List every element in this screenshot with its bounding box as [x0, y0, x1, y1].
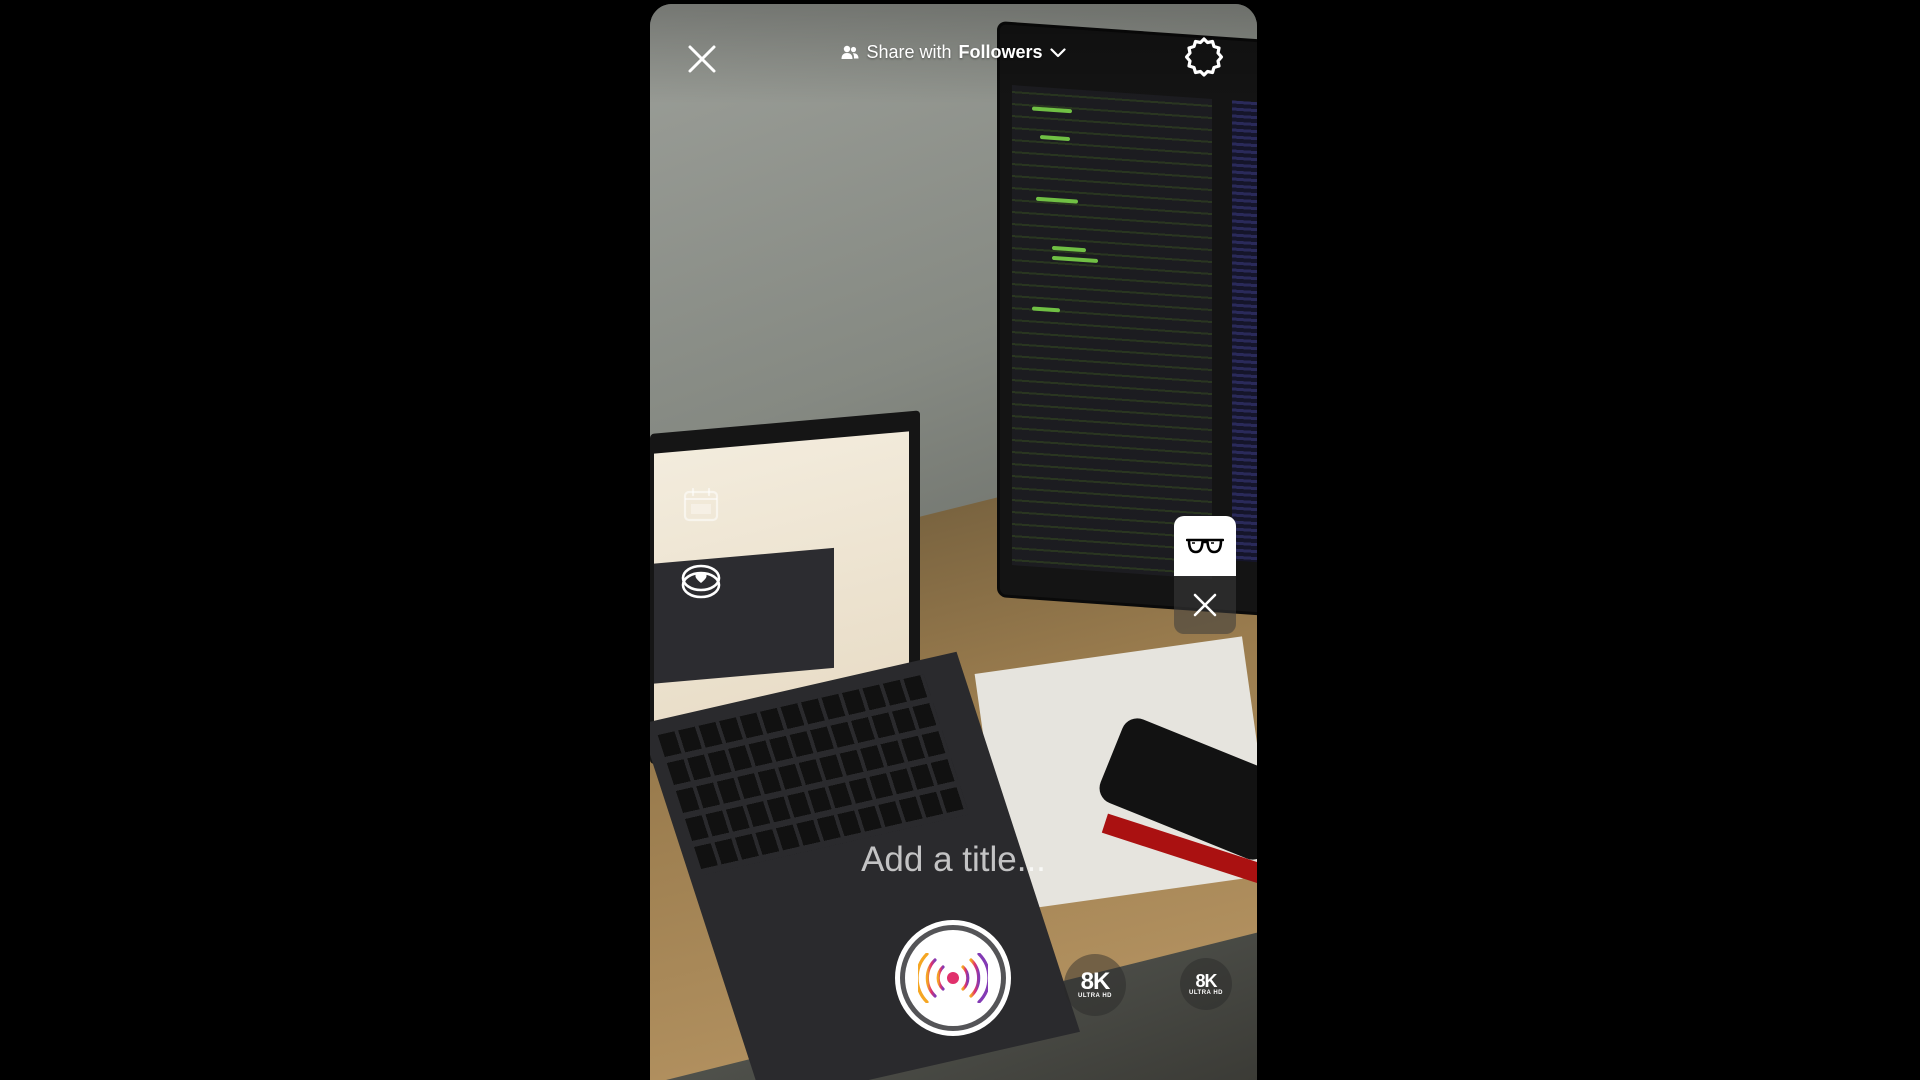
schedule-button[interactable] — [680, 484, 722, 526]
close-icon — [1193, 593, 1217, 617]
heart-coin-icon — [681, 564, 721, 599]
audience-selector: Share with Followers — [650, 42, 1257, 63]
calendar-icon — [683, 487, 719, 522]
title-input[interactable] — [791, 839, 1116, 881]
go-live-button[interactable] — [895, 920, 1011, 1036]
people-icon — [841, 45, 859, 59]
share-audience: Followers — [958, 42, 1043, 62]
effect-8k-button[interactable]: 8K ULTRA HD — [1064, 954, 1126, 1016]
gear-icon — [1184, 37, 1224, 77]
go-live-inner — [905, 930, 1001, 1026]
settings-button[interactable] — [1182, 35, 1226, 79]
effect-8k-secondary-label: 8K — [1195, 971, 1217, 991]
chevron-down-icon — [1049, 47, 1066, 57]
effect-8k-label: 8K — [1080, 968, 1111, 995]
dismiss-filter-button[interactable] — [1174, 576, 1236, 634]
effect-8k-secondary-button[interactable]: 8K ULTRA HD — [1180, 958, 1232, 1010]
broadcast-icon — [918, 953, 988, 1003]
live-camera-screen: Share with Followers Add a title... 8K U… — [650, 4, 1257, 1080]
monitor-sidebar — [1232, 100, 1257, 564]
monitor-code — [1012, 85, 1212, 580]
share-audience-button[interactable]: Share with Followers — [841, 42, 1066, 63]
glasses-icon — [1186, 538, 1224, 554]
effect-8k-sub: ULTRA HD — [1078, 993, 1112, 999]
title-input-wrapper — [650, 839, 1257, 881]
share-prefix: Share with — [866, 42, 952, 62]
camera-preview — [650, 4, 1257, 1080]
fundraiser-button[interactable] — [680, 559, 722, 601]
glasses-filter-button[interactable] — [1174, 516, 1236, 576]
effect-8k-secondary-sub: ULTRA HD — [1189, 990, 1223, 996]
filter-panel — [1174, 516, 1236, 634]
